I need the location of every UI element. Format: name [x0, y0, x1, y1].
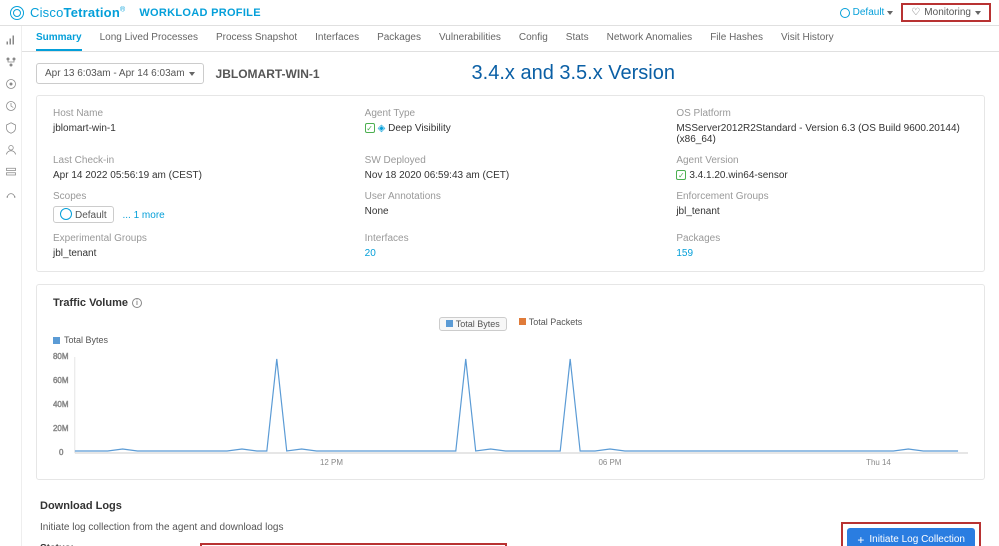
tab-vulnerabilities[interactable]: Vulnerabilities	[439, 26, 501, 51]
traffic-volume-title: Traffic Volume i	[53, 297, 968, 309]
experimental-groups-label: Experimental Groups	[53, 233, 345, 244]
xaxis-label-1: 12 PM	[320, 458, 343, 467]
svg-text:20M: 20M	[53, 424, 68, 433]
initiate-log-collection-button[interactable]: + Initiate Log Collection	[847, 528, 975, 546]
brand-logo-icon	[10, 6, 24, 20]
nav-icon-7[interactable]	[5, 166, 17, 178]
scope-icon	[60, 208, 72, 220]
nav-icon-3[interactable]	[5, 78, 17, 90]
visibility-icon: ◈	[378, 123, 386, 134]
plus-icon: +	[857, 535, 864, 545]
tab-bar: Summary Long Lived Processes Process Sna…	[22, 26, 999, 52]
series-swatch-icon	[53, 337, 60, 344]
packages-label: Packages	[676, 233, 968, 244]
toggle-total-bytes[interactable]: Total Bytes	[439, 317, 507, 331]
monitoring-label: Monitoring	[924, 7, 971, 18]
page-title: WORKLOAD PROFILE	[139, 7, 261, 19]
tab-packages[interactable]: Packages	[377, 26, 421, 51]
sw-deployed-value: Nov 18 2020 06:59:43 am (CET)	[365, 170, 657, 181]
info-icon[interactable]: i	[132, 298, 142, 308]
scopes-label: Scopes	[53, 191, 345, 202]
nav-icon-5[interactable]	[5, 122, 17, 134]
bytes-swatch-icon	[446, 320, 453, 327]
toggle-total-packets[interactable]: Total Packets	[519, 317, 583, 331]
initiate-btn-label: Initiate Log Collection	[869, 534, 965, 545]
packets-swatch-icon	[519, 318, 526, 325]
series-legend: Total Bytes	[53, 335, 968, 345]
tab-summary[interactable]: Summary	[36, 26, 82, 51]
host-name-label: Host Name	[53, 108, 345, 119]
os-platform-label: OS Platform	[676, 108, 968, 119]
chevron-down-icon	[975, 11, 981, 15]
traffic-chart[interactable]: 80M 60M 40M 20M 0 12 PM 06 PM Thu 14	[53, 347, 968, 467]
workload-hostname: JBLOMART-WIN-1	[216, 67, 320, 81]
last-checkin-value: Apr 14 2022 05:56:19 am (CEST)	[53, 170, 345, 181]
nav-icon-4[interactable]	[5, 100, 17, 112]
monitor-icon: ♡	[911, 7, 920, 18]
interfaces-value[interactable]: 20	[365, 248, 657, 259]
tab-stats[interactable]: Stats	[566, 26, 589, 51]
nav-icon-2[interactable]	[5, 56, 17, 68]
download-logs-title: Download Logs	[40, 500, 981, 512]
tab-file-hashes[interactable]: File Hashes	[710, 26, 763, 51]
tab-process-snapshot[interactable]: Process Snapshot	[216, 26, 297, 51]
tab-network-anomalies[interactable]: Network Anomalies	[607, 26, 693, 51]
check-icon: ✓	[365, 123, 375, 133]
interfaces-label: Interfaces	[365, 233, 657, 244]
nav-icon-1[interactable]	[5, 34, 17, 46]
scope-selector[interactable]: Default	[840, 7, 894, 18]
xaxis-label-2: 06 PM	[598, 458, 621, 467]
scope-more-link[interactable]: ... 1 more	[122, 210, 164, 221]
agent-type-value: ✓◈ Deep Visibility	[365, 123, 657, 134]
packages-value[interactable]: 159	[676, 248, 968, 259]
agent-version-label: Agent Version	[676, 155, 968, 166]
svg-text:40M: 40M	[53, 400, 68, 409]
download-logs-desc: Initiate log collection from the agent a…	[40, 522, 841, 533]
nav-icon-8[interactable]	[5, 188, 17, 200]
agent-version-value: ✓3.4.1.20.win64-sensor	[676, 170, 968, 181]
check-icon: ✓	[676, 170, 686, 180]
svg-text:80M: 80M	[53, 352, 68, 361]
scope-icon	[840, 8, 850, 18]
initiate-highlight: + Initiate Log Collection	[841, 522, 981, 546]
tab-long-lived[interactable]: Long Lived Processes	[100, 26, 198, 51]
xaxis-label-3: Thu 14	[866, 458, 891, 467]
agent-type-label: Agent Type	[365, 108, 657, 119]
tab-visit-history[interactable]: Visit History	[781, 26, 834, 51]
brand: CiscoTetration®	[30, 5, 125, 20]
left-sidebar	[0, 26, 22, 546]
experimental-groups-value: jbl_tenant	[53, 248, 345, 259]
svg-text:60M: 60M	[53, 376, 68, 385]
version-heading: 3.4.x and 3.5.x Version	[472, 62, 675, 85]
monitoring-dropdown[interactable]: ♡ Monitoring	[901, 3, 991, 22]
tab-interfaces[interactable]: Interfaces	[315, 26, 359, 51]
chevron-down-icon	[189, 72, 195, 76]
scope-default-pill[interactable]: Default	[53, 206, 114, 223]
time-range-picker[interactable]: Apr 13 6:03am - Apr 14 6:03am	[36, 63, 204, 84]
sw-deployed-label: SW Deployed	[365, 155, 657, 166]
host-name-value: jblomart-win-1	[53, 123, 345, 134]
last-checkin-label: Last Check-in	[53, 155, 345, 166]
svg-text:0: 0	[59, 448, 64, 457]
nav-icon-6[interactable]	[5, 144, 17, 156]
enforcement-groups-value: jbl_tenant	[676, 206, 968, 217]
tab-config[interactable]: Config	[519, 26, 548, 51]
os-platform-value: MSServer2012R2Standard - Version 6.3 (OS…	[676, 123, 968, 145]
user-annotations-label: User Annotations	[365, 191, 657, 202]
scopes-value: Default ... 1 more	[53, 206, 345, 223]
enforcement-groups-label: Enforcement Groups	[676, 191, 968, 202]
chevron-down-icon	[887, 11, 893, 15]
user-annotations-value: None	[365, 206, 657, 217]
time-range-label: Apr 13 6:03am - Apr 14 6:03am	[45, 68, 185, 79]
scope-label: Default	[853, 7, 885, 18]
